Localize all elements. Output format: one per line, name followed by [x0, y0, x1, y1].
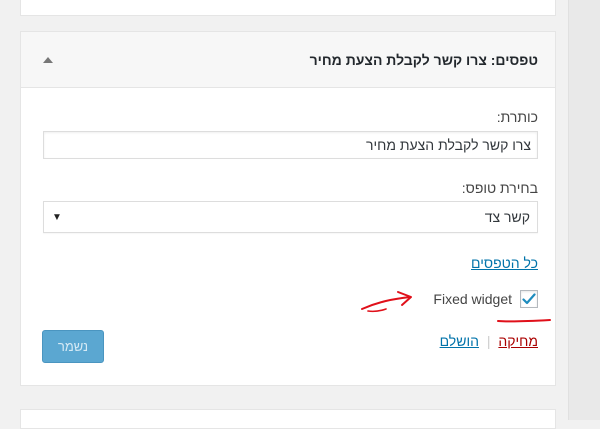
scrollbar-area[interactable] [568, 0, 600, 420]
widget-actions: מחיקה | הושלם [440, 333, 538, 349]
title-field-label: כותרת: [496, 109, 538, 125]
next-widget-panel [20, 409, 556, 429]
form-select-label: בחירת טופס: [461, 180, 538, 196]
actions-separator: | [486, 333, 491, 349]
widget-title-value: צרו קשר לקבלת הצעת מחיר [309, 51, 487, 68]
widget-type-label: טפסים: [490, 51, 538, 68]
form-widget: טפסים: צרו קשר לקבלת הצעת מחיר כותרת: בח… [20, 31, 556, 386]
annotation-underline-icon [497, 319, 551, 323]
checkmark-icon [522, 293, 536, 305]
fixed-widget-checkbox[interactable] [520, 290, 538, 308]
all-forms-link[interactable]: כל הטפסים [471, 255, 538, 271]
save-button[interactable]: נשמר [42, 330, 104, 363]
fixed-widget-row: Fixed widget [433, 290, 538, 308]
previous-widget-panel [20, 0, 556, 16]
done-link[interactable]: הושלם [440, 333, 479, 349]
dropdown-arrow-icon: ▼ [52, 211, 62, 223]
widget-header[interactable]: טפסים: צרו קשר לקבלת הצעת מחיר [21, 32, 555, 88]
fixed-widget-label[interactable]: Fixed widget [433, 291, 512, 307]
annotation-arrow-icon [361, 291, 412, 313]
form-select[interactable]: קשר צד ▼ [43, 201, 538, 233]
form-select-value: קשר צד [484, 209, 530, 225]
widget-title: טפסים: צרו קשר לקבלת הצעת מחיר [310, 52, 538, 68]
title-input[interactable] [43, 131, 538, 159]
delete-link[interactable]: מחיקה [498, 333, 538, 349]
triangle-up-icon[interactable] [43, 56, 53, 63]
